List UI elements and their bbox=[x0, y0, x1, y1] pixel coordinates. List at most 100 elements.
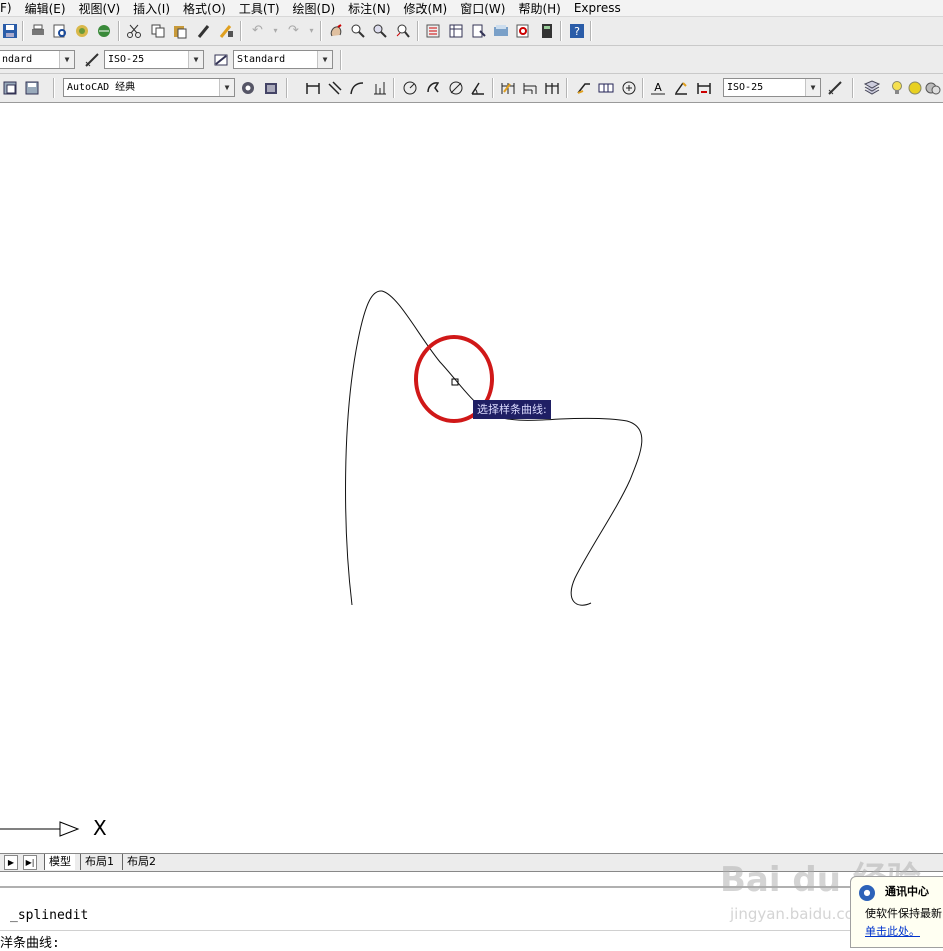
menu-edit[interactable]: 编辑(E) bbox=[25, 0, 66, 17]
quick-leader-icon[interactable] bbox=[573, 78, 592, 97]
tab-scroll-next[interactable]: ▶ bbox=[4, 855, 18, 870]
zoom-window-icon[interactable] bbox=[370, 21, 389, 40]
properties-icon[interactable] bbox=[423, 21, 442, 40]
menu-modify[interactable]: 修改(M) bbox=[404, 0, 448, 17]
linear-dimension-icon[interactable] bbox=[303, 78, 322, 97]
calculator-icon[interactable] bbox=[537, 21, 556, 40]
match-properties-icon[interactable] bbox=[194, 21, 213, 40]
copy-icon[interactable] bbox=[148, 21, 167, 40]
layers-icon[interactable] bbox=[862, 78, 881, 97]
text-style-value: ndard bbox=[2, 54, 33, 65]
text-style-combo[interactable]: ndard ▼ bbox=[0, 50, 75, 69]
workspace-gear-icon[interactable] bbox=[238, 78, 257, 97]
workspace-value: AutoCAD 经典 bbox=[67, 82, 136, 93]
quick-dimension-icon[interactable] bbox=[498, 78, 517, 97]
layer-on-icon[interactable] bbox=[887, 78, 906, 97]
svg-text:?: ? bbox=[574, 25, 580, 38]
design-center-icon[interactable] bbox=[446, 21, 465, 40]
tab-scroll-last[interactable]: ▶| bbox=[23, 855, 37, 870]
paste-icon[interactable] bbox=[170, 21, 189, 40]
jogged-dimension-icon[interactable] bbox=[423, 78, 442, 97]
markup-icon[interactable] bbox=[513, 21, 532, 40]
radius-dimension-icon[interactable] bbox=[400, 78, 419, 97]
aligned-dimension-icon[interactable] bbox=[325, 78, 344, 97]
chevron-down-icon: ▼ bbox=[219, 79, 234, 96]
tab-layout2[interactable]: 布局2 bbox=[122, 854, 160, 870]
diameter-dimension-icon[interactable] bbox=[446, 78, 465, 97]
layer-freeze-icon[interactable] bbox=[905, 78, 924, 97]
print-preview-icon[interactable] bbox=[50, 21, 69, 40]
workspace-settings-icon[interactable] bbox=[0, 78, 19, 97]
dimension-edit-icon[interactable]: A bbox=[648, 78, 667, 97]
communication-center-balloon[interactable]: ● 通讯中心 使软件保持最新 单击此处。 bbox=[850, 876, 943, 948]
menu-express[interactable]: Express bbox=[574, 1, 621, 15]
dim-style-combo-2[interactable]: ISO-25 ▼ bbox=[723, 78, 821, 97]
dim-style-combo[interactable]: ISO-25 ▼ bbox=[104, 50, 204, 69]
tooltip: 选择样条曲线: bbox=[473, 400, 551, 419]
dimension-style-icon[interactable] bbox=[82, 50, 101, 69]
baidu-watermark-url: jingyan.baidu.com bbox=[730, 905, 869, 923]
command-history-line: _splinedit bbox=[10, 908, 89, 923]
ordinate-dimension-icon[interactable] bbox=[370, 78, 389, 97]
menu-view[interactable]: 视图(V) bbox=[79, 0, 121, 17]
table-style-value: Standard bbox=[237, 54, 286, 65]
undo-icon[interactable]: ↶ bbox=[248, 21, 267, 40]
zoom-previous-icon[interactable] bbox=[393, 21, 412, 40]
menu-tools[interactable]: 工具(T) bbox=[239, 0, 280, 17]
spline-curve[interactable] bbox=[345, 290, 643, 606]
pan-icon[interactable] bbox=[326, 21, 345, 40]
chevron-down-icon: ▼ bbox=[188, 51, 203, 68]
dimension-text-edit-icon[interactable] bbox=[671, 78, 690, 97]
menu-format[interactable]: 格式(O) bbox=[183, 0, 226, 17]
save-icon[interactable] bbox=[0, 21, 19, 40]
menu-window[interactable]: 窗口(W) bbox=[460, 0, 505, 17]
3d-dwf-icon[interactable] bbox=[94, 21, 113, 40]
menu-draw[interactable]: 绘图(D) bbox=[293, 0, 336, 17]
dim-style-value: ISO-25 bbox=[108, 54, 145, 65]
continue-dimension-icon[interactable] bbox=[542, 78, 561, 97]
layer-viewport-icon[interactable] bbox=[923, 78, 942, 97]
publish-icon[interactable] bbox=[72, 21, 91, 40]
tolerance-icon[interactable] bbox=[596, 78, 615, 97]
center-mark-icon[interactable] bbox=[619, 78, 638, 97]
angular-dimension-icon[interactable] bbox=[468, 78, 487, 97]
command-divider bbox=[0, 930, 943, 931]
menu-bar: F) 编辑(E) 视图(V) 插入(I) 格式(O) 工具(T) 绘图(D) 标… bbox=[0, 0, 943, 17]
workspace-combo[interactable]: AutoCAD 经典 ▼ bbox=[63, 78, 235, 97]
tool-palettes-icon[interactable] bbox=[469, 21, 488, 40]
menu-insert[interactable]: 插入(I) bbox=[133, 0, 170, 17]
balloon-link[interactable]: 单击此处。 bbox=[865, 923, 920, 939]
redo-dropdown-icon[interactable]: ▾ bbox=[302, 21, 321, 40]
layout-tab-bar: ▶ ▶| 模型 布局1 布局2 bbox=[0, 853, 943, 872]
baseline-dimension-icon[interactable] bbox=[520, 78, 539, 97]
block-editor-icon[interactable] bbox=[216, 21, 235, 40]
arc-length-icon[interactable] bbox=[347, 78, 366, 97]
info-icon: ● bbox=[859, 885, 875, 901]
tab-layout1[interactable]: 布局1 bbox=[80, 854, 118, 870]
zoom-realtime-icon[interactable] bbox=[348, 21, 367, 40]
dimension-style-manager-icon[interactable] bbox=[825, 78, 844, 97]
tab-model[interactable]: 模型 bbox=[44, 854, 75, 870]
save-workspace-icon[interactable] bbox=[22, 78, 41, 97]
standard-toolbar: ↶ ▾ ↷ ▾ ? bbox=[0, 17, 943, 46]
undo-dropdown-icon[interactable]: ▾ bbox=[266, 21, 285, 40]
menu-file[interactable]: F) bbox=[0, 1, 12, 15]
redo-icon[interactable]: ↷ bbox=[284, 21, 303, 40]
styles-toolbar: ndard ▼ ISO-25 ▼ Standard ▼ bbox=[0, 46, 943, 74]
cut-icon[interactable] bbox=[124, 21, 143, 40]
drawing-canvas[interactable]: X 选择样条曲线: bbox=[0, 103, 943, 855]
menu-dimension[interactable]: 标注(N) bbox=[348, 0, 390, 17]
dim-style-value-2: ISO-25 bbox=[727, 82, 764, 93]
print-icon[interactable] bbox=[28, 21, 47, 40]
workspace-window-icon[interactable] bbox=[261, 78, 280, 97]
table-style-combo[interactable]: Standard ▼ bbox=[233, 50, 333, 69]
balloon-message: 使软件保持最新 bbox=[865, 907, 942, 920]
help-icon[interactable]: ? bbox=[567, 21, 586, 40]
dimension-update-icon[interactable] bbox=[694, 78, 713, 97]
menu-help[interactable]: 帮助(H) bbox=[518, 0, 560, 17]
table-style-icon[interactable] bbox=[211, 50, 230, 69]
sheet-set-icon[interactable] bbox=[491, 21, 510, 40]
command-prompt[interactable]: 洋条曲线: bbox=[0, 932, 60, 951]
balloon-title: 通讯中心 bbox=[885, 885, 929, 898]
svg-text:A: A bbox=[654, 81, 662, 94]
